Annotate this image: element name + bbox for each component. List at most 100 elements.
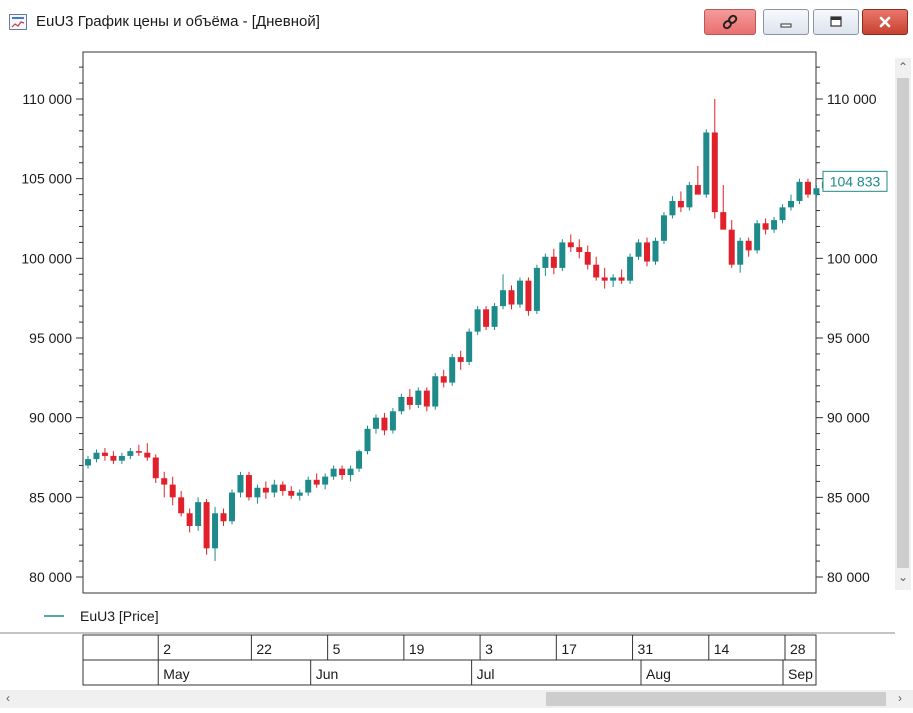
x-day-label: 3 — [485, 641, 493, 657]
candle-body — [771, 220, 778, 230]
candle-body — [398, 396, 405, 412]
candle-body — [559, 242, 566, 268]
x-month-label: Jul — [477, 666, 495, 682]
y-tick-label-left: 95 000 — [29, 330, 72, 346]
x-day-label: 2 — [163, 641, 171, 657]
candle-body — [127, 451, 134, 456]
candle-body — [101, 452, 108, 456]
x-day-label: 17 — [561, 641, 577, 657]
link-button[interactable] — [704, 9, 756, 35]
candle-body — [262, 487, 269, 493]
candle-body — [567, 242, 574, 248]
candle-body — [254, 487, 261, 498]
y-axis-right: 80 00085 00090 00095 000100 000105 00011… — [816, 66, 878, 585]
maximize-button[interactable] — [813, 9, 859, 35]
candle-body — [500, 290, 507, 307]
y-tick-label-left: 110 000 — [22, 91, 72, 107]
candle-body — [161, 478, 168, 485]
candle-body — [754, 223, 761, 251]
x-day-label: 28 — [790, 641, 806, 657]
scroll-right-icon[interactable]: › — [898, 691, 902, 705]
candle-body — [728, 229, 735, 265]
candle-body — [135, 451, 142, 453]
candle-body — [296, 492, 303, 496]
candle-body — [737, 240, 744, 265]
candle-body — [118, 455, 125, 461]
last-price-group: 104 833 — [822, 170, 888, 192]
candle-body — [144, 452, 151, 458]
y-tick-label-left: 85 000 — [29, 489, 72, 505]
candle-body — [491, 306, 498, 327]
x-month-label: Aug — [646, 666, 671, 682]
y-tick-label-right: 100 000 — [827, 250, 878, 266]
candle-body — [686, 185, 693, 208]
candle-body — [288, 490, 295, 496]
legend: EuU3 [Price] — [44, 608, 159, 624]
candle-body — [644, 242, 651, 262]
candle-body — [212, 513, 219, 549]
candle-body — [694, 185, 701, 195]
candle-body — [610, 277, 617, 281]
scroll-up-icon[interactable]: ⌃ — [898, 60, 908, 74]
candle-body — [305, 479, 312, 493]
candle-body — [339, 468, 346, 476]
candle-body — [762, 223, 769, 230]
candle-body — [516, 280, 523, 305]
candle-body — [195, 502, 202, 527]
x-month-label: Jun — [316, 666, 339, 682]
candle-body — [483, 309, 490, 327]
window-title: EuU3 График цены и объёма - [Дневной] — [36, 13, 320, 30]
minimize-button[interactable] — [763, 9, 809, 35]
candle-body — [372, 417, 379, 429]
x-day-label: 31 — [638, 641, 654, 657]
y-tick-label-left: 100 000 — [21, 250, 72, 266]
candle-body — [576, 247, 583, 252]
last-price-label: 104 833 — [830, 173, 881, 189]
horizontal-scroll-thumb[interactable] — [546, 692, 886, 706]
candle-body — [466, 331, 473, 362]
candle-body — [440, 376, 447, 383]
candle-body — [677, 200, 684, 208]
candle-body — [364, 428, 371, 452]
vertical-scroll-thumb[interactable] — [897, 78, 909, 568]
chart-window-icon — [9, 14, 27, 30]
scroll-down-icon[interactable]: ⌄ — [898, 570, 908, 584]
title-bar: EuU3 График цены и объёма - [Дневной] — [0, 0, 913, 44]
horizontal-scrollbar[interactable]: ‹ › — [0, 690, 913, 708]
x-day-label: 5 — [333, 641, 341, 657]
candle-body — [406, 396, 413, 405]
candle-body — [381, 417, 388, 431]
candle-body — [533, 267, 540, 311]
candle-body — [237, 475, 244, 493]
close-icon — [879, 16, 891, 28]
candle-body — [245, 475, 252, 498]
close-button[interactable] — [862, 9, 908, 35]
candle-body — [627, 256, 634, 281]
y-tick-label-right: 90 000 — [827, 410, 870, 426]
candle-body — [220, 513, 227, 522]
y-tick-label-left: 90 000 — [29, 410, 72, 426]
candle-body — [618, 277, 625, 281]
candle-body — [779, 207, 786, 221]
x-day-label: 14 — [714, 641, 730, 657]
y-tick-label-right: 80 000 — [827, 569, 870, 585]
candle-body — [423, 390, 430, 407]
candle-body — [652, 240, 659, 262]
candle-body — [356, 451, 363, 469]
candle-body — [584, 251, 591, 265]
candle-body — [593, 264, 600, 278]
candle-body — [457, 357, 464, 362]
candle-body — [660, 215, 667, 241]
scroll-left-icon[interactable]: ‹ — [6, 691, 10, 705]
candle-body — [542, 256, 549, 268]
candle-body — [703, 132, 710, 195]
minimize-icon — [780, 23, 792, 28]
price-chart: 80 000 85 000 90 000 95 000 100 000 105 000 11… — [0, 51, 895, 686]
candle-body — [186, 513, 193, 527]
y-tick-label-right: 110 000 — [827, 91, 877, 107]
vertical-scrollbar[interactable]: ⌃ ⌄ — [895, 58, 911, 590]
candle-body — [711, 132, 718, 213]
candle-body — [449, 357, 456, 383]
candle-body — [508, 290, 515, 305]
candle-body — [550, 256, 557, 268]
